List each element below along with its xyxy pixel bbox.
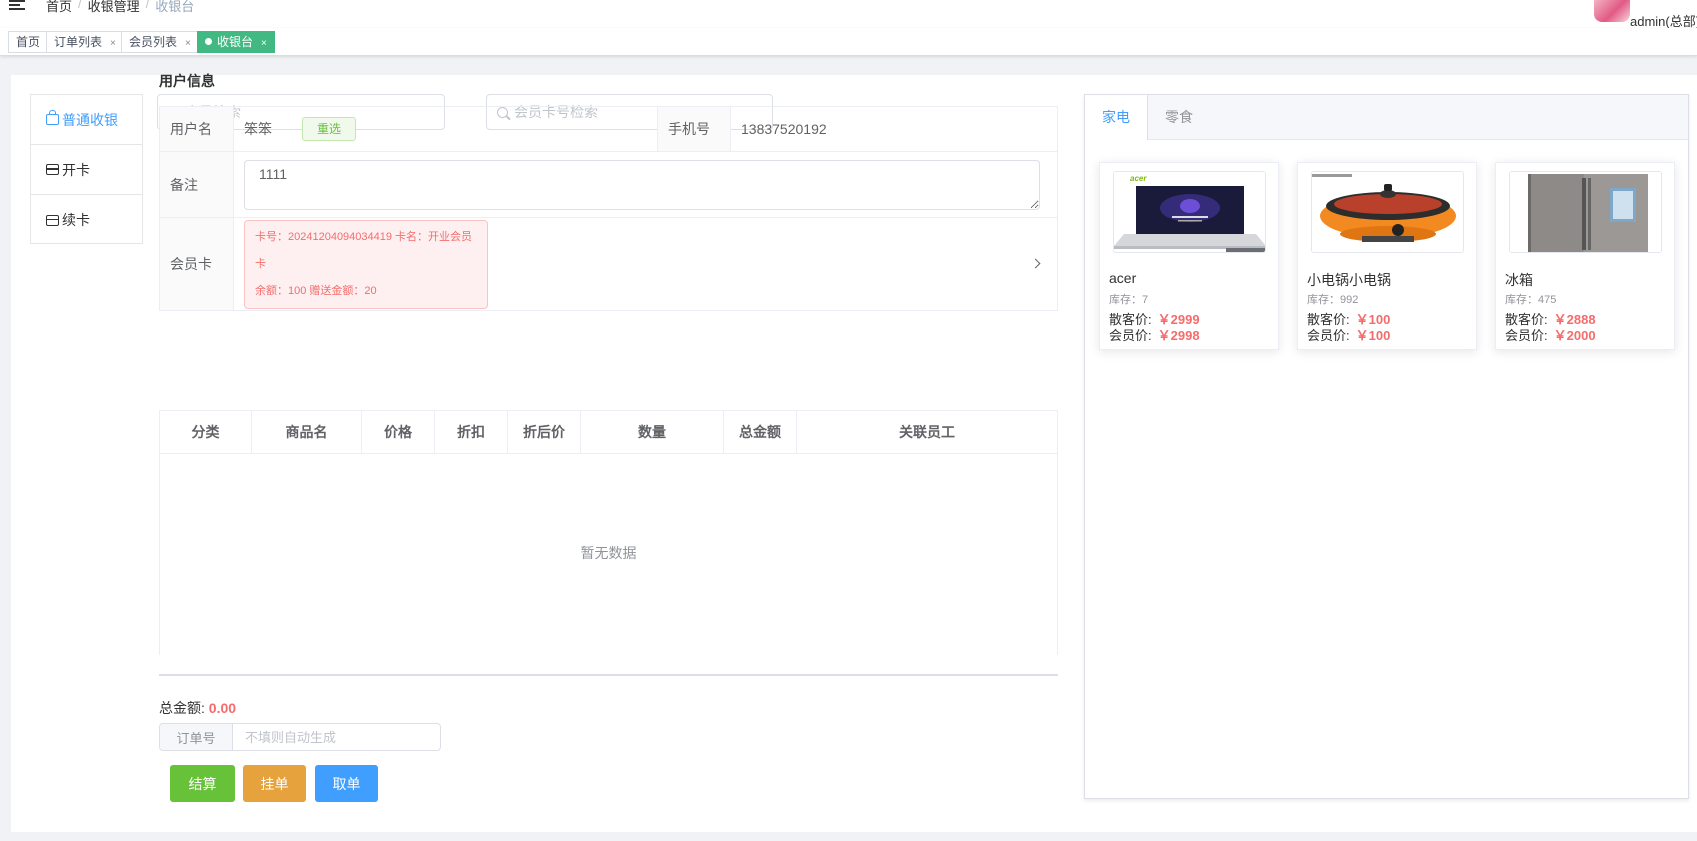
divider xyxy=(159,674,1058,676)
total-value: 0.00 xyxy=(208,700,237,716)
member-price-label: 会员价: xyxy=(1109,328,1152,343)
column-header: 商品名 xyxy=(252,411,362,453)
empty-text: 暂无数据 xyxy=(580,545,637,561)
remark-label: 备注 xyxy=(160,152,234,217)
tag-member-list[interactable]: 会员列表 × xyxy=(121,31,199,53)
menu-item-renew-card[interactable]: 续卡 xyxy=(31,195,142,245)
user-info-descriptions: 用户名 笨笨 重选 手机号 13837520192 备注 1111 会员卡 卡号… xyxy=(159,106,1058,311)
top-navbar: 首页 / 收银管理 / 收银台 admin(总部) xyxy=(0,0,1697,29)
user-info-title: 用户信息 xyxy=(159,73,215,89)
member-card-info[interactable]: 卡号：20241204094034419 卡名：开业会员卡 余额：100 赠送金… xyxy=(244,219,488,309)
product-card[interactable]: acer acer 库存：7 散客价: ￥2999 会员价: ￥2998 xyxy=(1099,162,1279,350)
breadcrumb: 首页 / 收银管理 / 收银台 xyxy=(46,0,194,15)
card-number-line: 卡号：20241204094034419 卡名：开业会员卡 xyxy=(255,230,473,270)
checkout-button[interactable]: 结算 xyxy=(170,765,235,802)
menu-item-label: 普通收银 xyxy=(62,111,118,128)
breadcrumb-separator: / xyxy=(78,0,82,11)
fridge-image xyxy=(1509,171,1662,253)
total-amount: 总金额: 0.00 xyxy=(159,698,236,718)
member-card-cell: 卡号：20241204094034419 卡名：开业会员卡 余额：100 赠送金… xyxy=(234,218,498,310)
tag-home[interactable]: 首页 xyxy=(8,31,49,53)
member-price-label: 会员价: xyxy=(1505,328,1548,343)
credit-card-icon xyxy=(46,164,59,175)
user-row: 用户名 笨笨 重选 手机号 13837520192 xyxy=(160,107,1057,152)
cart-table: 分类 商品名 价格 折扣 折后价 数量 总金额 关联员工 暂无数据 xyxy=(159,410,1058,655)
remark-row: 备注 1111 xyxy=(160,152,1057,218)
breadcrumb-cashier-management[interactable]: 收银管理 xyxy=(88,0,140,15)
member-price: 会员价: ￥2998 xyxy=(1109,325,1200,344)
card-balance-line: 余额：100 赠送金额：20 xyxy=(255,284,377,297)
chevron-right-icon[interactable] xyxy=(1030,258,1041,269)
username-cell: 笨笨 重选 xyxy=(234,107,657,151)
order-number-label: 订单号 xyxy=(160,724,233,750)
total-label: 总金额: xyxy=(159,700,205,716)
menu-item-normal-cashier[interactable]: 普通收银 xyxy=(31,95,142,145)
phone-value: 13837520192 xyxy=(741,121,827,137)
menu-item-label: 开卡 xyxy=(62,161,90,178)
breadcrumb-current: 收银台 xyxy=(155,0,195,14)
close-icon[interactable]: × xyxy=(185,38,191,49)
tag-label: 会员列表 xyxy=(129,35,178,49)
menu-item-label: 续卡 xyxy=(62,212,90,228)
product-stock: 库存：992 xyxy=(1307,294,1359,306)
close-icon[interactable]: × xyxy=(261,38,267,49)
column-header: 折后价 xyxy=(508,411,581,453)
member-price: 会员价: ￥100 xyxy=(1307,325,1390,344)
breadcrumb-separator: / xyxy=(145,0,150,11)
order-number-field: 订单号 xyxy=(159,723,441,751)
column-header: 关联员工 xyxy=(899,424,955,440)
hamburger-icon[interactable] xyxy=(9,0,25,10)
laptop-image: acer xyxy=(1113,171,1266,253)
hotpot-image xyxy=(1311,171,1464,253)
column-header: 总金额 xyxy=(724,411,797,453)
username-value: 笨笨 xyxy=(244,121,272,137)
avatar[interactable] xyxy=(1594,0,1630,22)
tag-label: 收银台 xyxy=(217,35,254,49)
svg-text:acer: acer xyxy=(1130,174,1147,183)
product-stock: 库存：475 xyxy=(1505,294,1557,306)
shopping-bag-icon xyxy=(46,110,59,125)
product-name: 小电锅小电锅 xyxy=(1307,272,1391,288)
category-tabs: 家电 零食 xyxy=(1085,95,1688,140)
tab-snacks[interactable]: 零食 xyxy=(1148,95,1210,139)
product-stock: 库存：7 xyxy=(1109,294,1149,306)
cashier-menu: 普通收银 开卡 续卡 xyxy=(30,94,143,244)
member-card-label: 会员卡 xyxy=(160,218,234,310)
tag-cashier[interactable]: 收银台 × xyxy=(197,31,275,53)
product-card[interactable]: 小电锅小电锅 库存：992 散客价: ￥100 会员价: ￥100 xyxy=(1297,162,1477,350)
tag-order-list[interactable]: 订单列表 × xyxy=(46,31,124,53)
column-header: 价格 xyxy=(362,411,435,453)
menu-item-open-card[interactable]: 开卡 xyxy=(31,145,142,195)
table-header: 分类 商品名 价格 折扣 折后价 数量 总金额 关联员工 xyxy=(160,411,1057,454)
column-header: 数量 xyxy=(581,411,724,453)
member-price: 会员价: ￥2000 xyxy=(1505,325,1596,344)
member-price-value: ￥2998 xyxy=(1157,328,1200,343)
member-price-value: ￥100 xyxy=(1355,328,1391,343)
product-card[interactable]: 冰箱 库存：475 散客价: ￥2888 会员价: ￥2000 xyxy=(1495,162,1675,350)
order-number-input[interactable] xyxy=(233,724,433,750)
remark-cell: 1111 xyxy=(234,152,1050,217)
breadcrumb-home[interactable]: 首页 xyxy=(46,0,72,15)
remark-textarea[interactable]: 1111 xyxy=(244,159,1040,210)
hold-order-button[interactable]: 挂单 xyxy=(243,765,306,802)
username-label: 用户名 xyxy=(160,107,234,151)
column-header: 折扣 xyxy=(435,411,508,453)
active-dot-icon xyxy=(205,38,212,45)
member-card-row[interactable]: 会员卡 卡号：20241204094034419 卡名：开业会员卡 余额：100… xyxy=(160,218,1057,310)
member-price-label: 会员价: xyxy=(1307,328,1350,343)
reselect-button[interactable]: 重选 xyxy=(302,117,357,141)
retrieve-order-button[interactable]: 取单 xyxy=(315,765,378,802)
tags-view: 首页 订单列表 × 会员列表 × 收银台 × xyxy=(0,28,1697,56)
close-icon[interactable]: × xyxy=(110,38,116,49)
tag-label: 订单列表 xyxy=(54,35,103,49)
product-panel: 家电 零食 acer acer 库存：7 散客价: ￥2999 会员价: ￥2998 xyxy=(1084,94,1689,799)
product-name: acer xyxy=(1109,270,1137,286)
column-header: 分类 xyxy=(160,411,252,453)
product-name: 冰箱 xyxy=(1505,272,1533,288)
credit-card-icon xyxy=(46,214,59,226)
phone-label: 手机号 xyxy=(657,107,731,151)
member-price-value: ￥2000 xyxy=(1553,328,1596,343)
tab-appliances[interactable]: 家电 xyxy=(1085,95,1148,140)
tag-label: 首页 xyxy=(16,35,41,49)
